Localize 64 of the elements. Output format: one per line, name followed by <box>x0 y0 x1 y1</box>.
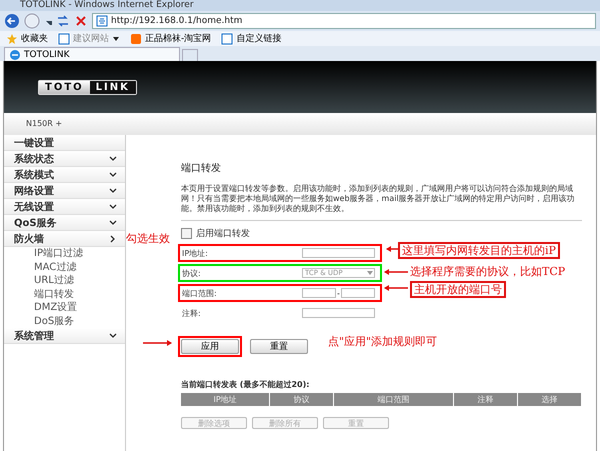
input-field[interactable] <box>302 288 336 298</box>
apply-button[interactable]: 应用 <box>181 339 239 354</box>
forward-icon[interactable] <box>24 13 40 29</box>
sidebar-item[interactable]: 无线设置 <box>4 199 125 215</box>
arrow <box>143 339 172 347</box>
input-field[interactable] <box>340 288 375 298</box>
page-icon <box>58 32 70 44</box>
description-text: 本页用于设置端口转发等参数。启用该功能时，添加到列表的规则，广域网用户将可以访问符合添加规则的局域网！只有当需要把本地局域网的一些服务如web服务器，mail服务器开放让广域网的特定用户访问时，启用该功能。禁用该功能时，添加到列表的规则不生效。 <box>181 184 576 214</box>
back-icon[interactable] <box>4 13 20 29</box>
annotation-text: 勾选生效 <box>126 232 170 245</box>
field-label: 端口范围: <box>182 288 218 298</box>
callout-label: 这里填写内网转发目的主机的iP <box>398 242 560 259</box>
sidebar-subitem[interactable]: IP端口过滤 <box>4 247 125 260</box>
arrow <box>384 268 408 276</box>
sidebar-item[interactable]: 一键设置 <box>4 135 125 151</box>
caret-icon <box>366 269 374 277</box>
browser-tab[interactable]: TOTOLINK <box>4 47 180 61</box>
sidebar-item[interactable]: QoS服务 <box>4 215 125 231</box>
column-header: 选择 <box>518 393 581 406</box>
range-separator: - <box>337 288 340 298</box>
sidebar-subitem[interactable]: URL过滤 <box>4 274 125 288</box>
sidebar-subitem[interactable]: DoS服务 <box>4 314 125 328</box>
refresh-icon[interactable] <box>56 14 70 28</box>
reset-button[interactable]: 重置 <box>250 339 308 354</box>
window-title: TOTOLINK - Windows Internet Explorer <box>0 0 600 11</box>
sidebar-item[interactable]: 系统状态 <box>4 151 125 167</box>
brand-logo: TOTO LINK <box>38 80 137 94</box>
checkbox[interactable] <box>181 228 192 239</box>
favorites-item[interactable]: 正品棉袜-淘宝网 <box>130 32 212 45</box>
column-header: 协议 <box>270 393 334 406</box>
field-label: 注释: <box>182 308 202 318</box>
address-field[interactable]: http://192.168.0.1/home.htm <box>92 13 596 29</box>
column-header: 端口范围 <box>334 393 454 406</box>
column-header: IP地址 <box>181 393 270 406</box>
page-heading: 端口转发 <box>181 162 222 175</box>
page-icon <box>221 32 234 44</box>
field-label: 协议: <box>182 268 202 278</box>
column-header: 注释 <box>454 393 517 406</box>
input-field[interactable] <box>302 248 375 258</box>
shop-icon <box>130 32 142 44</box>
arrow <box>384 284 408 292</box>
favorites-item[interactable]: 自定义链接 <box>221 32 282 45</box>
annotation-text: 选择程序需要的协议，比如TCP <box>410 265 566 278</box>
caret-icon <box>112 34 120 42</box>
input-field[interactable] <box>302 308 375 318</box>
sidebar-subitem[interactable]: 端口转发 <box>4 288 125 301</box>
annotation-text: 点"应用"添加规则即可 <box>328 335 438 348</box>
favorites-item[interactable]: 收藏夹 <box>6 32 48 45</box>
star-icon <box>6 32 18 44</box>
model-name: N150R + <box>4 113 596 135</box>
browser-icon <box>9 48 21 60</box>
sidebar-item[interactable]: 系统模式 <box>4 167 125 183</box>
sidebar-item[interactable]: 网络设置 <box>4 183 125 199</box>
sidebar-subitem[interactable]: MAC过滤 <box>4 260 125 274</box>
sidebar-subitem[interactable]: DMZ设置 <box>4 301 125 314</box>
sidebar-item[interactable]: 系统管理 <box>4 328 125 344</box>
checkbox-label: 启用端口转发 <box>196 228 250 240</box>
field-label: IP地址: <box>182 248 209 258</box>
sidebar-item[interactable]: 防火墙 <box>4 231 125 247</box>
stop-icon[interactable] <box>74 14 88 28</box>
callout-label: 主机开放的端口号 <box>410 281 506 298</box>
page-icon <box>96 15 108 27</box>
table-title: 当前端口转发表 (最多不能超过20): <box>181 379 310 390</box>
arrow <box>386 245 398 253</box>
